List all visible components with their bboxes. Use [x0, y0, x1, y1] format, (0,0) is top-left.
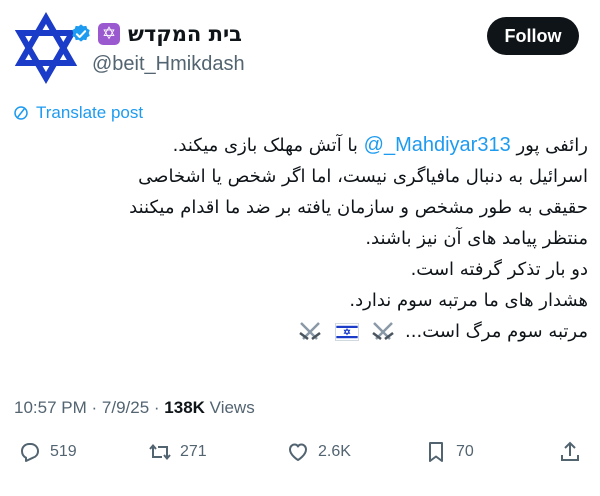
share-button[interactable] — [558, 440, 590, 464]
israel-flag-icon — [334, 323, 359, 341]
share-icon — [561, 441, 579, 461]
post-line-3: حقیقی به طور مشخص و سازمان یافته بر ضد م… — [129, 197, 588, 218]
tweet: ✡ בית המקדש @beit_Hmikdash Follow Transl… — [0, 0, 600, 496]
meta-separator: · — [153, 398, 165, 417]
post-line-7: مرتبه سوم مرگ است... — [8, 316, 588, 347]
follow-button[interactable]: Follow — [487, 17, 579, 55]
meta-separator: · — [91, 398, 102, 417]
post-meta: 10:57 PM · 7/9/25 · 138K Views — [14, 398, 255, 418]
reply-icon — [21, 443, 39, 462]
post-line-1: رائفی پور @_Mahdiyar313 با آتش مهلک بازی… — [8, 130, 588, 161]
post-line-1-start: رائفی پور — [516, 135, 588, 156]
post-date[interactable]: 7/9/25 — [102, 398, 149, 417]
post-time[interactable]: 10:57 PM — [14, 398, 87, 417]
post-line-5: دو بار تذکر گرفته است. — [410, 259, 588, 280]
repost-count: 271 — [180, 443, 207, 460]
views-count: 138K — [164, 398, 205, 417]
heart-icon — [289, 443, 307, 461]
translate-post-link[interactable]: Translate post — [12, 103, 143, 123]
views-label: Views — [209, 398, 255, 417]
post-line-6: هشدار های ما مرتبه سوم ندارد. — [349, 290, 588, 311]
bookmark-button[interactable]: 70 — [424, 440, 474, 464]
post-line-1-end: با آتش مهلک بازی میکند. — [172, 135, 358, 156]
translate-post-label: Translate post — [36, 103, 144, 122]
reply-count: 519 — [50, 443, 77, 460]
verified-badge-icon — [72, 24, 90, 42]
repost-button[interactable]: 271 — [148, 440, 207, 464]
bookmark-count: 70 — [456, 443, 474, 460]
bookmark-icon — [429, 442, 443, 462]
repost-icon — [149, 443, 171, 461]
action-bar: 519 271 2.6K 70 — [0, 440, 600, 476]
post-line-2: اسرائیل به دنبال مافیاگری نیست، اما اگر … — [138, 166, 588, 187]
star-of-david-emoji-icon: ✡ — [97, 23, 120, 45]
reply-button[interactable]: 519 — [18, 440, 77, 464]
crossed-swords-icon — [372, 322, 395, 340]
post-body: رائفی پور @_Mahdiyar313 با آتش مهلک بازی… — [8, 130, 588, 347]
like-count: 2.6K — [318, 443, 351, 460]
author-handle[interactable]: @beit_Hmikdash — [92, 53, 245, 76]
like-button[interactable]: 2.6K — [286, 440, 351, 464]
post-line-4: منتظر پیامد های آن نیز باشند. — [365, 228, 588, 249]
crossed-swords-icon — [299, 322, 321, 340]
mention-link[interactable]: @_Mahdiyar313 — [364, 134, 511, 156]
post-line-7-text: مرتبه سوم مرگ است... — [405, 321, 588, 342]
author-display-name: בית המקדש — [127, 22, 242, 46]
translate-icon — [14, 106, 28, 120]
author-name-row[interactable]: ✡ בית המקדש — [70, 22, 242, 46]
